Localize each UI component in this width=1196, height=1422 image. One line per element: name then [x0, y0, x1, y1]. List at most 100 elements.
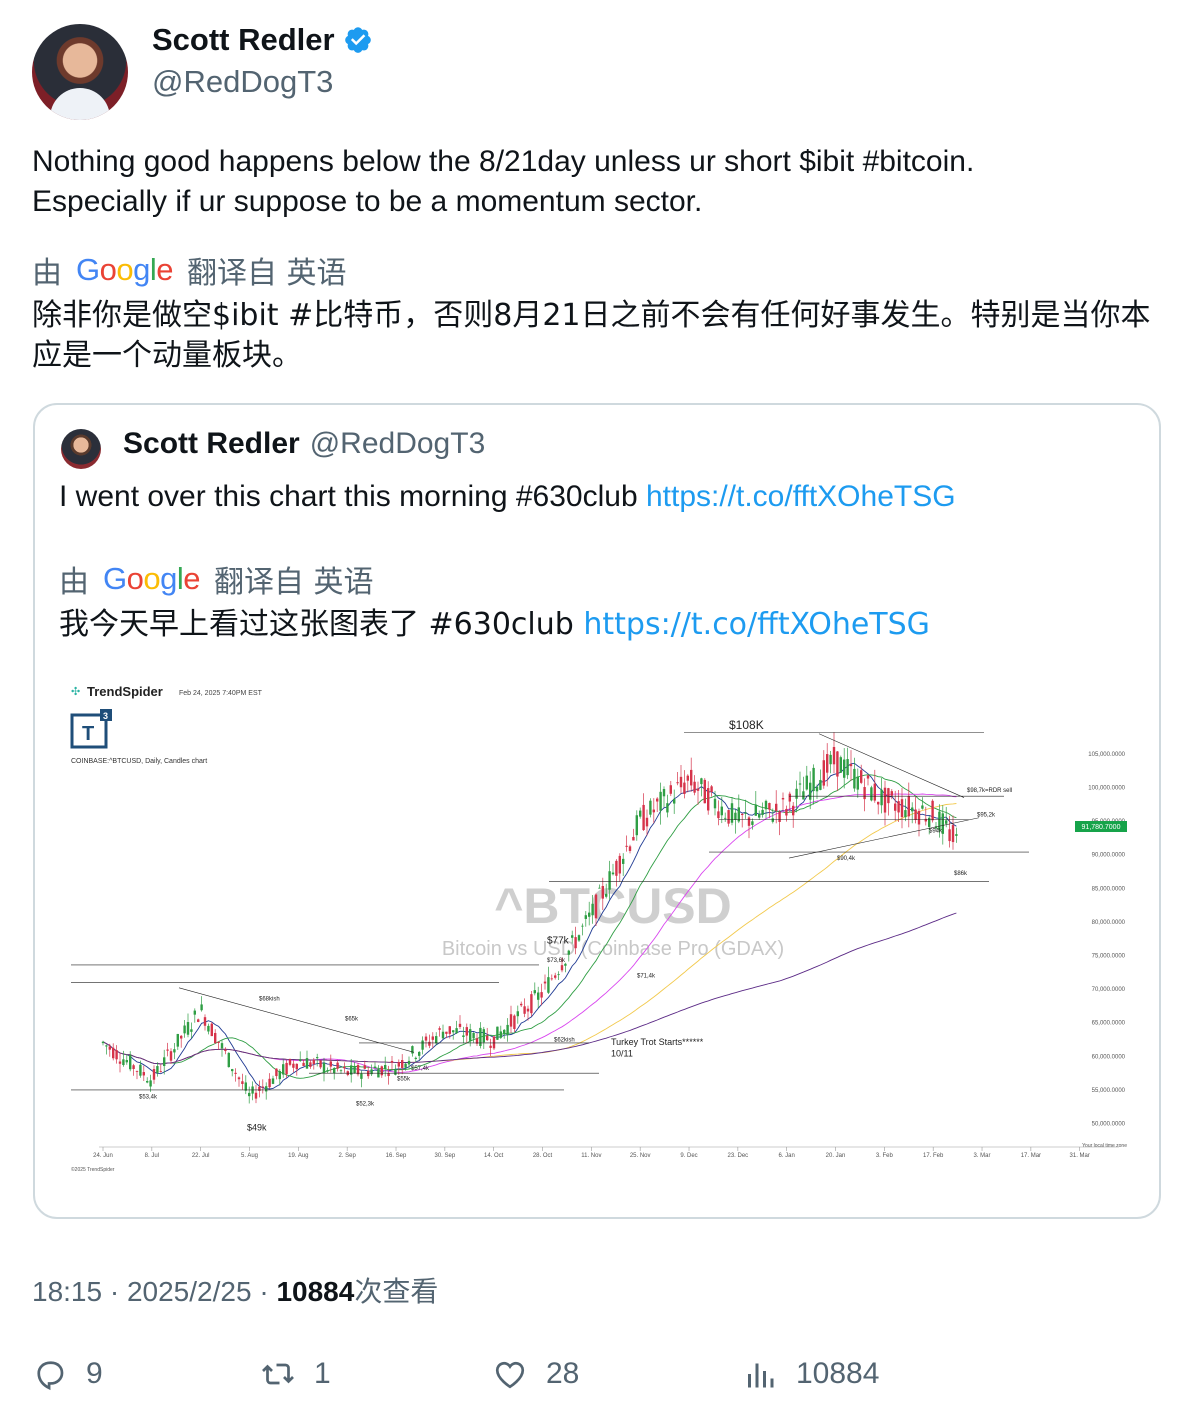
- candle-body: [785, 808, 788, 816]
- candle-body: [469, 1029, 472, 1041]
- candle-body: [431, 1036, 434, 1040]
- candle-body: [472, 1032, 475, 1039]
- author-name[interactable]: Scott Redler: [152, 22, 373, 58]
- candle-body: [299, 1059, 302, 1061]
- candle-body: [333, 1068, 336, 1074]
- candle-body: [445, 1031, 448, 1034]
- candle-body: [917, 810, 921, 825]
- chart-annotation: $52,3k: [356, 1101, 375, 1107]
- x-tick-label: 16. Sep: [386, 1153, 407, 1159]
- meta-separator: ·: [109, 1276, 120, 1307]
- candle-body: [217, 1041, 220, 1043]
- candle-body: [363, 1065, 366, 1069]
- candle-body: [112, 1047, 115, 1059]
- candle-body: [860, 770, 863, 783]
- candle-body: [683, 782, 686, 794]
- retweet-button[interactable]: 1: [260, 1356, 331, 1392]
- candle-body: [625, 845, 628, 847]
- svg-text:91,780.7000: 91,780.7000: [1082, 824, 1121, 831]
- candle-body: [183, 1025, 186, 1034]
- candle-body: [601, 886, 604, 899]
- candle-body: [288, 1059, 292, 1065]
- candle-body: [863, 787, 866, 800]
- quoted-text: I went over this chart this morning #630…: [59, 477, 956, 517]
- candle-body: [669, 785, 672, 794]
- candle-body: [642, 804, 645, 831]
- quoted-link[interactable]: https://t.co/fftXOheTSG: [646, 480, 956, 513]
- views-stat: 10884: [796, 1357, 880, 1390]
- candle-body: [734, 812, 737, 820]
- candle-body: [649, 800, 652, 815]
- candle-body: [822, 760, 825, 786]
- candle-body: [122, 1059, 125, 1066]
- svg-text:T: T: [82, 723, 94, 745]
- candle-body: [819, 779, 822, 790]
- author-name-text: Scott Redler: [152, 22, 335, 57]
- candle-body: [880, 789, 883, 806]
- candle-body: [761, 809, 764, 815]
- candle-body: [897, 801, 900, 813]
- candle-body: [758, 814, 761, 818]
- translate-prefix: 由: [32, 256, 62, 291]
- candle-body: [285, 1062, 288, 1075]
- views-button[interactable]: 10884: [742, 1356, 879, 1392]
- x-tick-label: 20. Jan: [826, 1153, 846, 1159]
- tweet-date[interactable]: 2025/2/25: [127, 1276, 252, 1307]
- like-button[interactable]: 28: [492, 1356, 579, 1392]
- candle-body: [203, 1017, 207, 1026]
- candle-body: [424, 1036, 428, 1041]
- chart-image[interactable]: ✣ TrendSpider Feb 24, 2025 7:40PM EST T …: [59, 667, 1135, 1195]
- candle-body: [866, 775, 870, 779]
- candle-body: [710, 786, 713, 792]
- chart-annotation: $86k: [954, 871, 968, 877]
- candle-body: [224, 1049, 227, 1052]
- candle-body: [928, 817, 931, 827]
- quoted-tweet[interactable]: Scott Redler @RedDogT3 I went over this c…: [33, 403, 1161, 1219]
- chart-timestamp: Feb 24, 2025 7:40PM EST: [179, 690, 263, 697]
- author-avatar[interactable]: [32, 24, 128, 120]
- t3-badge: T 3: [70, 709, 112, 749]
- x-tick-label: 17. Mar: [1021, 1153, 1041, 1159]
- quoted-translated-link[interactable]: https://t.co/fftXOheTSG: [583, 607, 930, 642]
- candle-body: [839, 757, 842, 773]
- x-tick-label: 28. Oct: [533, 1153, 553, 1159]
- candle-body: [911, 807, 914, 812]
- x-tick-label: 11. Nov: [581, 1153, 601, 1159]
- candle-body: [530, 994, 533, 1014]
- chart-annotation: $90,4k: [837, 856, 856, 862]
- candle-body: [492, 1036, 496, 1049]
- verified-badge-icon: [344, 27, 371, 53]
- candle-body: [166, 1049, 169, 1051]
- candle-body: [924, 818, 927, 822]
- y-tick-label: 70,000.0000: [1092, 987, 1126, 993]
- candle-body: [554, 975, 557, 978]
- candle-body: [234, 1072, 237, 1074]
- candle-body: [537, 992, 540, 1000]
- candle-body: [856, 776, 859, 790]
- candle-body: [843, 759, 846, 778]
- candle-body: [628, 846, 632, 851]
- candle-body: [550, 978, 553, 980]
- candle-body: [809, 782, 812, 800]
- candle-body: [890, 791, 893, 796]
- candle-body: [275, 1068, 278, 1077]
- candle-body: [482, 1029, 485, 1043]
- translated-text: 除非你是做空$ibit #比特币，否则8月21日之前不会有任何好事发生。特别是当…: [32, 298, 1151, 373]
- candle-body: [815, 786, 819, 792]
- candle-body: [795, 788, 798, 799]
- candle-body: [499, 1031, 502, 1038]
- candle-body: [509, 1014, 513, 1027]
- chart-annotation: $95,2k: [977, 812, 996, 818]
- timezone-note: Your local time zone: [1082, 1143, 1127, 1149]
- candle-body: [373, 1066, 377, 1068]
- candle-body: [945, 820, 948, 824]
- candle-body: [486, 1035, 489, 1041]
- tweet-text-line: Especially if ur suppose to be a momentu…: [32, 185, 703, 218]
- reply-button[interactable]: 9: [32, 1356, 103, 1392]
- candle-body: [479, 1027, 482, 1047]
- chart-instrument: COINBASE:^BTCUSD, Daily, Candles chart: [71, 758, 207, 765]
- author-handle[interactable]: @RedDogT3: [152, 64, 333, 100]
- candle-body: [441, 1031, 445, 1039]
- candle-body: [428, 1041, 431, 1046]
- tweet-time[interactable]: 18:15: [32, 1276, 102, 1307]
